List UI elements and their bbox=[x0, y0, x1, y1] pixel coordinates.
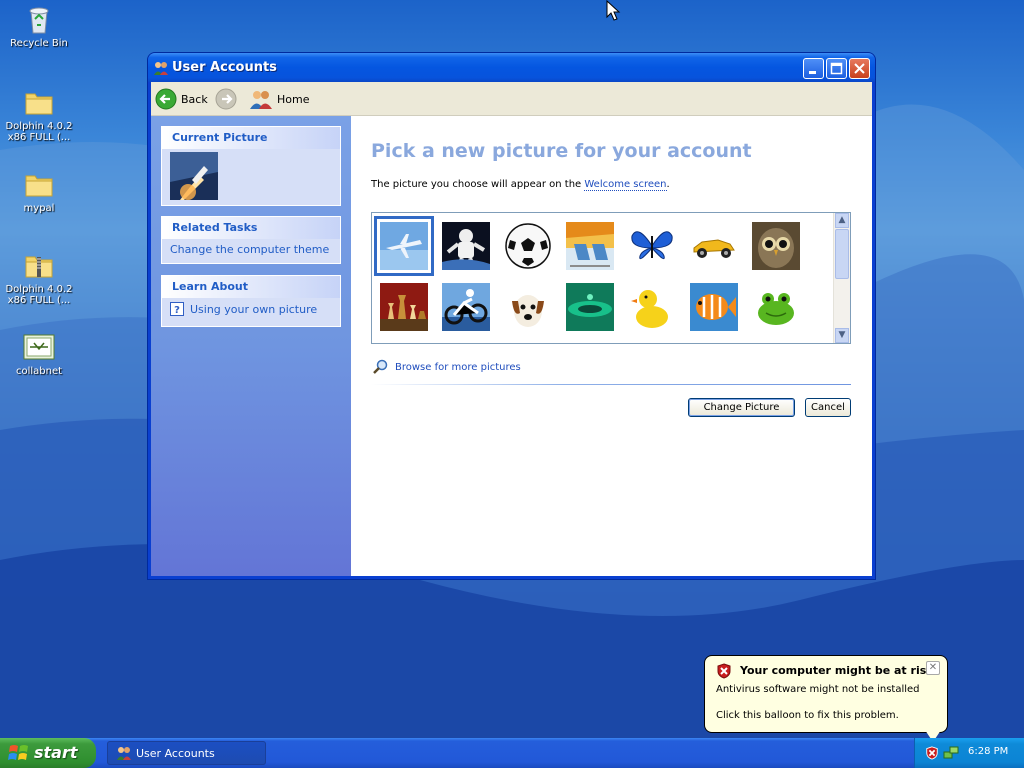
change-picture-button[interactable]: Change Picture bbox=[688, 398, 795, 417]
balloon-title: Your computer might be at risk bbox=[740, 664, 934, 677]
user-accounts-icon bbox=[117, 747, 131, 760]
related-tasks-box: Related Tasks Change the computer theme bbox=[161, 216, 341, 264]
using-your-own-picture-link[interactable]: Using your own picture bbox=[190, 303, 317, 316]
maximize-icon bbox=[830, 62, 843, 75]
description-text: The picture you choose will appear on th… bbox=[371, 179, 585, 190]
minimize-button[interactable] bbox=[803, 58, 824, 79]
picture-airplane[interactable] bbox=[374, 216, 434, 276]
main-panel: Pick a new picture for your account The … bbox=[351, 116, 872, 576]
magnifier-icon bbox=[373, 359, 388, 374]
forward-button[interactable] bbox=[215, 87, 237, 111]
learn-about-box: Learn About ? Using your own picture bbox=[161, 275, 341, 327]
clock: 6:28 PM bbox=[968, 746, 1009, 757]
taskbar-button-label: User Accounts bbox=[136, 747, 215, 760]
welcome-screen-link[interactable]: Welcome screen bbox=[584, 179, 667, 191]
balloon-line-2: Click this balloon to fix this problem. bbox=[716, 710, 899, 721]
change-computer-theme-link[interactable]: Change the computer theme bbox=[170, 243, 329, 256]
window-title: User Accounts bbox=[172, 60, 277, 75]
description-suffix: . bbox=[666, 179, 670, 190]
forward-arrow-icon bbox=[215, 88, 237, 110]
start-button[interactable]: start bbox=[0, 738, 96, 768]
picture-race-car[interactable] bbox=[690, 222, 738, 270]
page-heading: Pick a new picture for your account bbox=[371, 140, 752, 162]
user-accounts-window[interactable]: User Accounts Back Home Current Picture bbox=[148, 53, 875, 579]
cancel-button[interactable]: Cancel bbox=[805, 398, 851, 417]
taskbar: start User Accounts 6:28 PM bbox=[0, 738, 1024, 768]
current-picture-header: Current Picture bbox=[162, 127, 340, 149]
folder-icon bbox=[23, 86, 55, 118]
recycle-bin-icon bbox=[23, 3, 55, 35]
navigation-toolbar: Back Home bbox=[151, 82, 872, 116]
current-picture-box: Current Picture bbox=[161, 126, 341, 206]
balloon-line-1: Antivirus software might not be installe… bbox=[716, 684, 920, 695]
picture-beach-chairs[interactable] bbox=[566, 222, 614, 270]
desktop-icon-dolphin-2[interactable]: Dolphin 4.0.2 x86 FULL (... bbox=[0, 249, 78, 306]
desktop-icon-label: Dolphin 4.0.2 x86 FULL (... bbox=[5, 284, 73, 306]
browse-label: Browse for more pictures bbox=[395, 361, 521, 373]
picture-fish[interactable] bbox=[690, 283, 738, 331]
picture-owl[interactable] bbox=[752, 222, 800, 270]
window-content: Current Picture Related Tasks Change the… bbox=[151, 116, 872, 576]
page-description: The picture you choose will appear on th… bbox=[371, 179, 670, 191]
picture-list-scrollbar[interactable]: ▲ ▼ bbox=[833, 213, 850, 343]
windows-logo-icon bbox=[8, 745, 28, 760]
security-alert-tray-icon[interactable] bbox=[925, 746, 939, 760]
picture-rubber-duck[interactable] bbox=[628, 283, 676, 331]
picture-astronaut[interactable] bbox=[442, 222, 490, 270]
scroll-thumb[interactable] bbox=[835, 229, 849, 279]
network-tray-icon[interactable] bbox=[943, 745, 959, 761]
desktop-icon-dolphin-1[interactable]: Dolphin 4.0.2 x86 FULL (... bbox=[0, 86, 78, 143]
svg-text:?: ? bbox=[174, 305, 180, 316]
desktop-icon-recycle-bin[interactable]: Recycle Bin bbox=[0, 3, 78, 49]
home-button[interactable]: Home bbox=[249, 87, 309, 111]
taskbar-button-user-accounts[interactable]: User Accounts bbox=[107, 741, 266, 765]
balloon-close-button[interactable]: ✕ bbox=[926, 661, 940, 675]
task-pane: Current Picture Related Tasks Change the… bbox=[151, 116, 351, 576]
collabnet-icon bbox=[23, 331, 55, 363]
back-button[interactable]: Back bbox=[155, 87, 208, 111]
desktop-icon-label: Recycle Bin bbox=[10, 38, 68, 49]
user-accounts-icon bbox=[154, 62, 168, 75]
close-icon bbox=[854, 63, 865, 74]
maximize-button[interactable] bbox=[826, 58, 847, 79]
picture-green-drops[interactable] bbox=[566, 283, 614, 331]
home-users-icon bbox=[250, 91, 272, 109]
current-picture-space-shuttle bbox=[170, 152, 218, 200]
scroll-down-button[interactable]: ▼ bbox=[835, 328, 849, 343]
help-icon: ? bbox=[170, 302, 184, 316]
picture-frog[interactable] bbox=[752, 283, 800, 331]
desktop-icon-collabnet[interactable]: collabnet bbox=[0, 331, 78, 377]
minimize-icon bbox=[809, 71, 816, 74]
desktop-icon-label: collabnet bbox=[15, 366, 63, 377]
mouse-cursor-icon bbox=[606, 0, 621, 21]
divider bbox=[371, 384, 851, 385]
window-title-bar[interactable]: User Accounts bbox=[148, 53, 875, 82]
browse-more-pictures-link[interactable]: Browse for more pictures bbox=[373, 359, 521, 375]
system-tray: 6:28 PM bbox=[914, 738, 1024, 768]
zip-folder-icon bbox=[23, 249, 55, 281]
security-shield-icon bbox=[717, 663, 731, 679]
learn-about-header: Learn About bbox=[162, 276, 340, 298]
related-tasks-header: Related Tasks bbox=[162, 217, 340, 239]
scroll-up-button[interactable]: ▲ bbox=[835, 213, 849, 228]
desktop-icon-mypal[interactable]: mypal bbox=[0, 168, 78, 214]
picture-soccer-ball[interactable] bbox=[504, 222, 552, 270]
desktop-icon-label: Dolphin 4.0.2 x86 FULL (... bbox=[5, 121, 73, 143]
desktop-icon-label: mypal bbox=[23, 203, 55, 214]
close-button[interactable] bbox=[849, 58, 870, 79]
folder-icon bbox=[23, 168, 55, 200]
start-label: start bbox=[34, 743, 78, 762]
picture-dirt-bike[interactable] bbox=[442, 283, 490, 331]
back-label: Back bbox=[181, 92, 208, 106]
picture-dog[interactable] bbox=[504, 283, 552, 331]
picture-chess[interactable] bbox=[380, 283, 428, 331]
security-balloon[interactable]: Your computer might be at risk ✕ Antivir… bbox=[704, 655, 948, 742]
picture-butterfly[interactable] bbox=[628, 222, 676, 270]
home-label: Home bbox=[277, 92, 310, 106]
picture-list[interactable]: ▲ ▼ bbox=[371, 212, 851, 344]
back-arrow-icon bbox=[155, 88, 177, 110]
